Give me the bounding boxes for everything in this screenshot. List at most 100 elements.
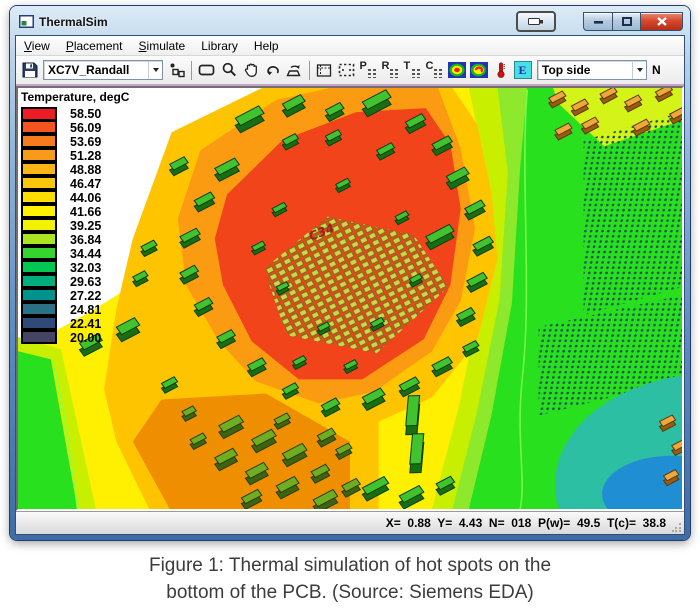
thermometer-button[interactable] (490, 59, 511, 81)
component-grid-button[interactable]: C (424, 59, 445, 81)
legend-entry: 32.03 (21, 260, 129, 275)
rotate-object-icon (286, 64, 301, 76)
legend-entry: 58.50 (21, 107, 129, 121)
capture-button[interactable] (516, 11, 556, 32)
legend-value: 53.69 (70, 135, 102, 149)
legend-swatch (21, 260, 57, 274)
legend-entry: 51.28 (21, 148, 129, 163)
legend-value: 58.50 (70, 107, 102, 121)
status-readout: X= 0.88 Y= 4.43 N= 018 P(w)= 49.5 T(c)= … (385, 516, 666, 530)
legend-entry: 22.41 (21, 316, 129, 331)
thermalsim-window: ThermalSim View Placement Simulate Libra… (10, 6, 690, 540)
menu-item-placement[interactable]: Placement (58, 38, 131, 54)
text-grid-button[interactable]: T (402, 59, 423, 81)
legend-swatch (21, 134, 57, 148)
legend-value: 44.06 (70, 191, 102, 205)
window-title: ThermalSim (39, 14, 108, 29)
legend-swatch (21, 190, 57, 204)
legend-value: 39.25 (70, 219, 102, 233)
legend-entry: 53.69 (21, 134, 129, 149)
rotate-ccw-button[interactable] (262, 59, 283, 81)
pin-array (583, 112, 682, 316)
grid-r-icon: R (382, 60, 400, 78)
toolbar: XC7V_Randall P R T C E Top side N (16, 56, 684, 86)
legend-value: 20.00 (70, 331, 102, 345)
place-component-button[interactable] (166, 59, 187, 81)
component-combobox-value: XC7V_Randall (48, 63, 130, 77)
caption-line-1: Figure 1: Thermal simulation of hot spot… (148, 555, 552, 576)
rotate-object-button[interactable] (284, 59, 305, 81)
thermal-map-icon (447, 62, 466, 78)
routing-grid-button[interactable]: R (380, 59, 401, 81)
legend-entry: 56.09 (21, 120, 129, 135)
thermometer-icon (496, 62, 505, 78)
grid-t-icon: T (404, 60, 422, 78)
titlebar[interactable]: ThermalSim (15, 6, 685, 35)
legend-entry: 29.63 (21, 274, 129, 289)
pan-button[interactable] (240, 59, 261, 81)
marquee-select-button[interactable] (336, 59, 357, 81)
thermal-map-button[interactable] (446, 59, 467, 81)
legend-swatch (21, 176, 57, 190)
legend-value: 41.66 (70, 205, 102, 219)
legend-value: 51.28 (70, 149, 102, 163)
caption-line-2: bottom of the PCB. (Source: Siemens EDA) (166, 582, 534, 603)
place-component-icon (170, 63, 185, 78)
clipped-toolbar-text: N (652, 63, 661, 77)
minimize-button[interactable] (583, 12, 612, 31)
legend-swatch (21, 162, 57, 176)
grid-p-icon: P (360, 60, 378, 78)
separator (191, 60, 192, 80)
legend-value: 29.63 (70, 275, 102, 289)
menu-item-library[interactable]: Library (193, 38, 246, 54)
legend-swatch (21, 330, 57, 344)
gradient-map-button[interactable] (468, 59, 489, 81)
legend-entry: 44.06 (21, 190, 129, 205)
pan-hand-icon (244, 63, 257, 77)
rotate-ccw-icon (266, 66, 279, 76)
emissivity-button[interactable]: E (512, 59, 533, 81)
close-icon (656, 17, 667, 26)
region-select-icon (316, 63, 332, 77)
legend-entry: 27.22 (21, 288, 129, 303)
zoom-button[interactable] (218, 59, 239, 81)
temperature-legend: Temperature, degC 58.50 56.09 53.69 51.28 48… (21, 90, 129, 345)
legend-entry: 34.44 (21, 246, 129, 261)
grid-c-icon: C (426, 60, 444, 78)
legend-entry: 48.88 (21, 162, 129, 177)
legend-swatch (21, 246, 57, 260)
placement-grid-button[interactable]: P (358, 59, 379, 81)
maximize-button[interactable] (612, 12, 640, 31)
close-button[interactable] (640, 12, 683, 31)
legend-swatch (21, 274, 57, 288)
menu-item-view[interactable]: View (16, 38, 58, 54)
figure-caption: Figure 1: Thermal simulation of hot spot… (0, 552, 700, 606)
chevron-down-icon[interactable] (632, 61, 646, 79)
resize-grip[interactable] (672, 522, 682, 532)
rect-select-button[interactable] (196, 59, 217, 81)
legend-value: 32.03 (70, 261, 102, 275)
menu-item-help[interactable]: Help (246, 38, 287, 54)
region-select-button[interactable] (314, 59, 335, 81)
legend-value: 48.88 (70, 163, 102, 177)
menu-item-simulate[interactable]: Simulate (131, 38, 194, 54)
legend-entry: 20.00 (21, 330, 129, 345)
gradient-map-icon (469, 62, 488, 78)
save-button[interactable] (19, 59, 40, 81)
zoom-icon (222, 62, 236, 77)
chevron-down-icon[interactable] (148, 61, 162, 79)
legend-value: 34.44 (70, 247, 102, 261)
side-combobox[interactable]: Top side (537, 60, 647, 80)
figure-stage: ThermalSim View Placement Simulate Libra… (0, 0, 700, 546)
thermal-map-viewport[interactable]: C34 Temperature, degC 58.50 56.09 53.69 51.… (16, 86, 684, 511)
component-combobox[interactable]: XC7V_Randall (43, 60, 163, 80)
rect-select-icon (198, 64, 215, 76)
client-area: View Placement Simulate Library Help XC7V_Ra… (15, 35, 685, 535)
side-combobox-value: Top side (542, 63, 591, 77)
legend-swatch (21, 148, 57, 162)
emissivity-icon: E (513, 61, 532, 79)
legend-entry: 36.84 (21, 232, 129, 247)
menu-bar: View Placement Simulate Library Help (16, 36, 684, 56)
capture-icon (528, 18, 543, 25)
legend-title: Temperature, degC (21, 90, 130, 104)
